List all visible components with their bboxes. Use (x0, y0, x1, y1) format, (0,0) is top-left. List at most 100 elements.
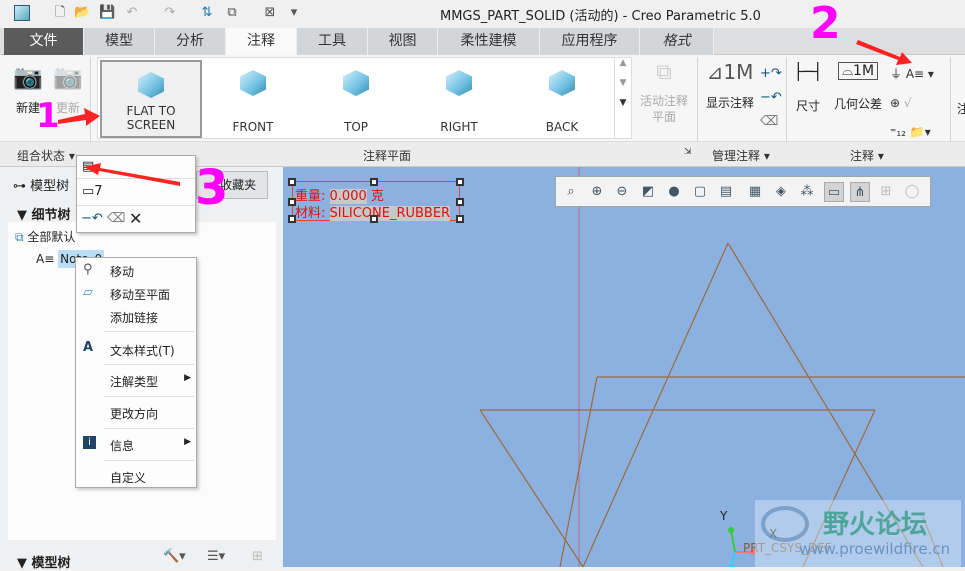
view-manager-icon[interactable]: ▤ (716, 182, 736, 202)
resize-handle[interactable] (370, 215, 378, 223)
note-icon[interactable]: A≡ ▾ (906, 67, 934, 81)
erase-icon[interactable]: ⌫ (107, 211, 125, 226)
tree-item-all-default[interactable]: ⧉ 全部默认 (15, 228, 75, 245)
datum-display-icon[interactable]: ⁂ (797, 182, 817, 202)
repaint-icon[interactable]: ◩ (638, 182, 658, 202)
annotations-group[interactable]: 注释 ▾ (850, 147, 884, 164)
text-style-icon: A (83, 340, 94, 355)
watermark-url: www.proewildfire.cn (799, 540, 951, 558)
plane-top[interactable]: TOP (305, 60, 407, 138)
window-title: MMGS_PART_SOLID (活动的) - Creo Parametric … (440, 9, 761, 24)
customize-dropdown-icon[interactable]: ▾ (286, 5, 302, 21)
plane-flat-to-screen[interactable]: FLAT TO SCREEN (100, 60, 202, 138)
annotate-small-buttons: ⏚ A≡ ▾ ⊕ √ ⁼₁₂ 📁▾ (890, 60, 945, 147)
eraser-icon[interactable]: ⌫ (760, 110, 782, 134)
undo-icon[interactable]: ↶ (124, 5, 140, 21)
tree-columns-icon[interactable]: ☰▾ (207, 549, 225, 564)
annotation-plane-gallery: FLAT TO SCREEN FRONT TOP RIGHT BACK ▲ ▼ ▼ (97, 57, 632, 139)
surface-finish-icon[interactable]: √ (904, 96, 912, 110)
show-annotations-button[interactable]: ⊿1M 显示注释 (704, 60, 756, 111)
new-file-icon[interactable]: 🗋 (52, 5, 68, 21)
tab-file[interactable]: 文件 (4, 28, 84, 55)
remove-from-plane-icon[interactable]: −↶ (81, 211, 103, 226)
menu-item-annotation-type[interactable]: 注解类型 (110, 373, 158, 390)
display-style-icon[interactable]: ● (664, 182, 684, 202)
tree-settings-icon[interactable]: 🔨▾ (163, 549, 186, 564)
symbol-gallery-icon[interactable]: 📁▾ (910, 125, 931, 139)
active-plane-label: 活动注释平面 (639, 94, 688, 124)
tab-flexible-modeling[interactable]: 柔性建模 (438, 28, 540, 55)
menu-item-customize[interactable]: 自定义 (110, 469, 146, 486)
windows-icon[interactable]: ⧉ (224, 5, 240, 21)
tab-tools[interactable]: 工具 (297, 28, 368, 55)
resize-handle[interactable] (456, 215, 464, 223)
close-window-icon[interactable]: ⊠ (262, 5, 278, 21)
resize-handle[interactable] (288, 215, 296, 223)
gtol-label: 几何公差 (833, 97, 882, 111)
dimension-button[interactable]: ├─┤ 尺寸 (790, 62, 826, 114)
edge-line (559, 376, 598, 567)
annotation-display-icon[interactable]: ▭ (824, 182, 844, 202)
save-icon[interactable]: 💾 (99, 5, 115, 21)
redo-icon[interactable]: ↷ (162, 5, 178, 21)
app-icon (14, 5, 30, 21)
tree-filter-icon[interactable]: ⊞ (252, 549, 263, 564)
detail-tree-header[interactable]: ▼ 细节树 (17, 204, 71, 223)
tab-annotate[interactable]: 注释 (226, 28, 297, 56)
datum-feature-icon[interactable]: ⏚ (890, 67, 902, 81)
annotation-number-1: 1 (36, 96, 60, 136)
resize-handle[interactable] (456, 198, 464, 206)
delete-icon[interactable]: ✕ (129, 209, 142, 228)
edge-line (479, 409, 584, 567)
leader-icon[interactable]: ▭7 (82, 184, 103, 199)
tab-analysis[interactable]: 分析 (155, 28, 226, 55)
menu-item-change-orientation[interactable]: 更改方向 (110, 405, 158, 422)
menu-item-move[interactable]: 移动 (110, 263, 134, 280)
geometric-tolerance-button[interactable]: ⌓1M 几何公差 (832, 62, 884, 112)
menu-item-info[interactable]: 信息 (110, 437, 134, 454)
view-toolbar: ⌕ ⊕ ⊖ ◩ ● ▢ ▤ ▦ ◈ ⁂ ▭ ⋔ ⊞ ◯ (555, 176, 931, 207)
saved-orientations-icon[interactable]: ▢ (690, 182, 710, 202)
note-properties-icon[interactable]: ▤ (82, 159, 94, 174)
add-to-plane-icon[interactable]: +↷ (760, 62, 782, 86)
dimension-icon: ├─┤ (793, 62, 823, 81)
plane-front[interactable]: FRONT (202, 60, 304, 138)
gallery-scrollbar[interactable]: ▲ ▼ ▼ (614, 58, 631, 138)
resize-handle[interactable] (288, 198, 296, 206)
plane-back[interactable]: BACK (511, 60, 613, 138)
record-icon[interactable]: ◯ (902, 182, 922, 202)
resize-handle[interactable] (288, 178, 296, 186)
menu-item-text-style[interactable]: 文本样式(T) (110, 342, 175, 359)
plane-right[interactable]: RIGHT (408, 60, 510, 138)
resize-handle[interactable] (370, 178, 378, 186)
symbol-icon[interactable]: ⁼₁₂ (890, 125, 906, 139)
model-tree-tab[interactable]: ⊶ 模型树 (13, 175, 69, 194)
plane-label: BACK (545, 120, 579, 134)
refit-icon[interactable]: ⌕ (561, 182, 581, 202)
bottom-model-tree-header[interactable]: ▼ 模型树 (17, 552, 71, 571)
spin-center-icon[interactable]: ⋔ (850, 182, 870, 202)
manage-annotations-group[interactable]: 管理注释 ▾ (712, 147, 770, 164)
manage-small-buttons: +↷ −↶ ⌫ (760, 62, 782, 134)
planes-icon[interactable]: ⊞ (876, 182, 896, 202)
datum-target-icon[interactable]: ⊕ (890, 96, 900, 110)
tab-format[interactable]: 格式 (640, 28, 714, 55)
menu-item-move-to-plane[interactable]: 移动至平面 (110, 286, 170, 303)
graphics-viewport[interactable]: 重量: 0.000 克 材料: SILICONE_RUBBER Y X PRT_… (283, 167, 965, 567)
edge-line (582, 242, 729, 567)
dialog-launcher-icon[interactable]: ⇲ (684, 147, 692, 157)
menu-item-add-link[interactable]: 添加链接 (110, 309, 158, 326)
tab-view[interactable]: 视图 (368, 28, 438, 55)
regenerate-icon[interactable]: ⇅ (199, 5, 215, 21)
active-annotation-plane-button[interactable]: ⧉ 活动注释平面 (636, 60, 692, 125)
resize-handle[interactable] (456, 178, 464, 186)
tab-applications[interactable]: 应用程序 (540, 28, 640, 55)
open-folder-icon[interactable]: 📂 (74, 5, 90, 21)
remove-from-plane-icon[interactable]: −↶ (760, 86, 782, 110)
section-icon[interactable]: ◈ (771, 182, 791, 202)
zoom-out-icon[interactable]: ⊖ (612, 182, 632, 202)
tab-model[interactable]: 模型 (84, 28, 155, 55)
combo-state-group[interactable]: 组合状态 ▾ (17, 147, 75, 164)
perspective-icon[interactable]: ▦ (745, 182, 765, 202)
zoom-in-icon[interactable]: ⊕ (587, 182, 607, 202)
